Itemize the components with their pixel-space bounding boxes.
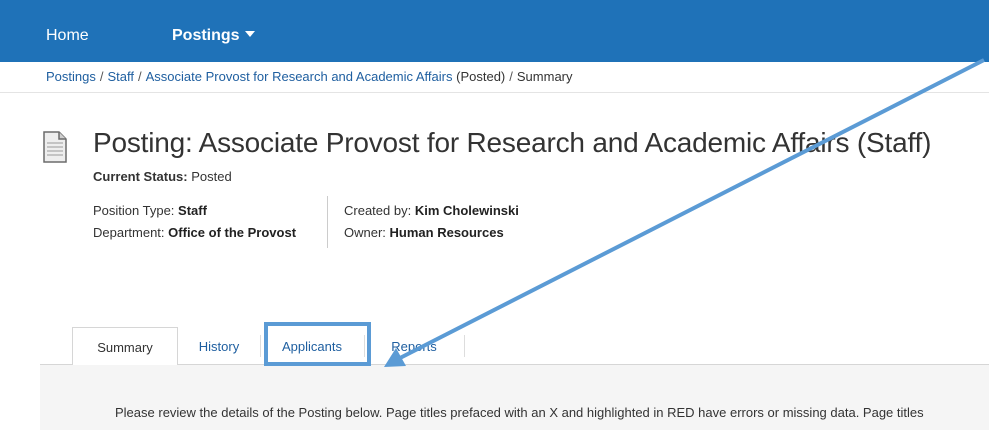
- breadcrumb-current: Summary: [516, 69, 573, 84]
- position-type: Position Type: Staff: [93, 200, 296, 222]
- tab-history[interactable]: History: [178, 327, 260, 365]
- posting-meta-left: Position Type: Staff Department: Office …: [93, 200, 296, 244]
- page-title: Posting: Associate Provost for Research …: [93, 127, 932, 158]
- nav-home-link[interactable]: Home: [46, 27, 89, 45]
- breadcrumb-staff[interactable]: Staff: [108, 69, 135, 84]
- department: Department: Office of the Provost: [93, 222, 296, 244]
- meta-divider: [327, 196, 328, 248]
- applicants-highlight-box: [264, 322, 371, 366]
- panel-instructions: Please review the details of the Posting…: [115, 405, 924, 420]
- breadcrumb-posting-status: (Posted): [456, 69, 506, 84]
- created-by-label: Created by:: [344, 203, 412, 218]
- summary-panel: Please review the details of the Posting…: [40, 364, 989, 430]
- nav-postings-label: Postings: [172, 27, 240, 44]
- position-type-label: Position Type:: [93, 203, 175, 218]
- department-label: Department:: [93, 225, 165, 240]
- posting-meta-right: Created by: Kim Cholewinski Owner: Human…: [344, 200, 519, 244]
- created-by-value: Kim Cholewinski: [414, 203, 519, 218]
- breadcrumb-separator: /: [99, 69, 104, 84]
- breadcrumb-posting-title[interactable]: Associate Provost for Research and Acade…: [146, 69, 453, 84]
- breadcrumb-separator: /: [138, 69, 142, 84]
- document-icon: [43, 131, 67, 163]
- status-value: Posted: [191, 169, 232, 184]
- status-label: Current Status:: [93, 169, 188, 184]
- owner-label: Owner:: [344, 225, 386, 240]
- position-type-value: Staff: [178, 203, 207, 218]
- owner-value: Human Resources: [389, 225, 504, 240]
- current-status: Current Status: Posted: [93, 169, 232, 184]
- nav-postings-menu[interactable]: Postings: [172, 27, 255, 45]
- breadcrumb-separator: /: [509, 69, 513, 84]
- breadcrumb-postings[interactable]: Postings: [46, 69, 96, 84]
- caret-down-icon: [244, 30, 255, 37]
- department-value: Office of the Provost: [168, 225, 297, 240]
- breadcrumb: Postings / Staff / Associate Provost for Res…: [46, 69, 573, 84]
- top-navigation-bar: Home Postings: [0, 0, 989, 62]
- created-by: Created by: Kim Cholewinski: [344, 200, 519, 222]
- tab-summary[interactable]: Summary: [72, 327, 178, 365]
- breadcrumb-divider: [0, 92, 989, 93]
- tab-separator: [464, 335, 465, 357]
- tab-reports[interactable]: Reports: [364, 327, 464, 365]
- owner: Owner: Human Resources: [344, 222, 519, 244]
